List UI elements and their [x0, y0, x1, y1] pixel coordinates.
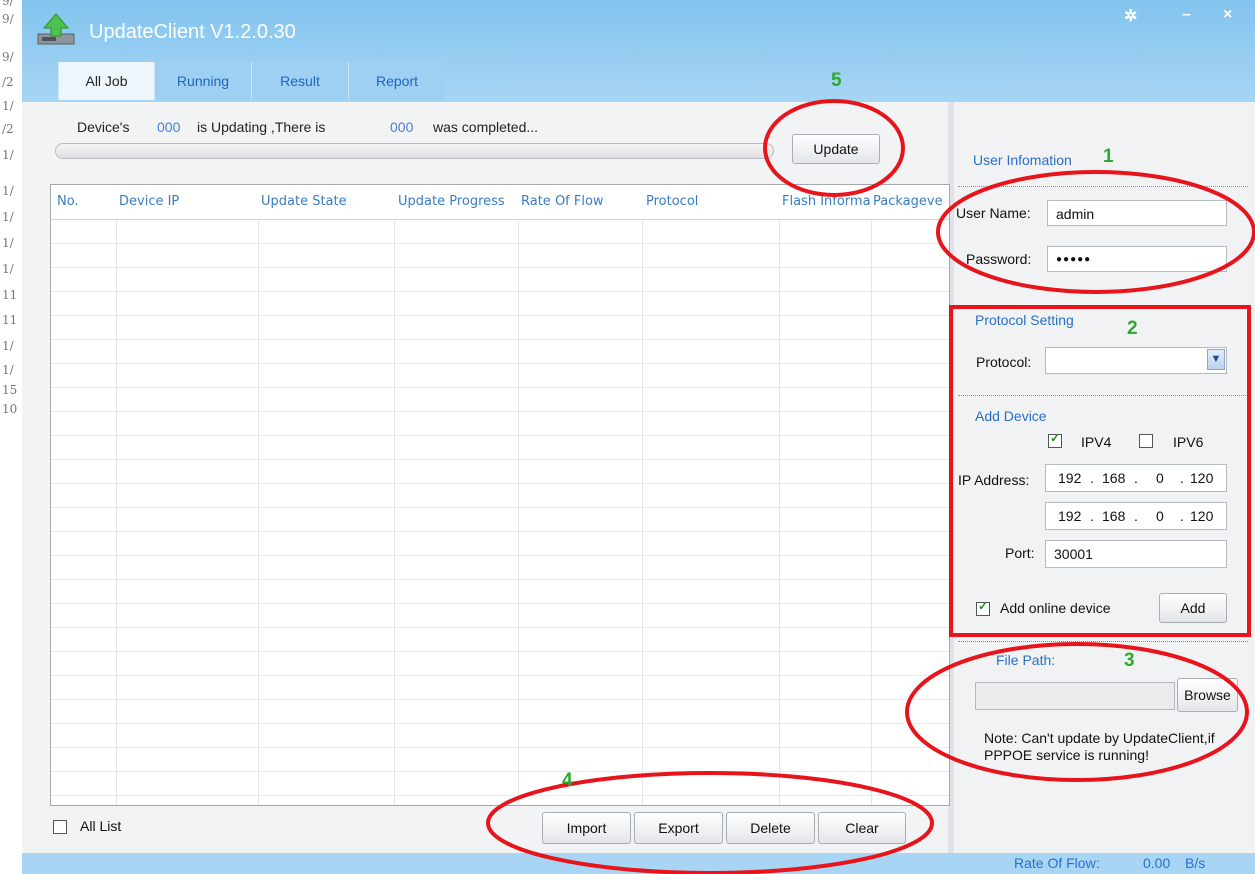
annotation-circle-file-path — [905, 642, 1249, 782]
annotation-circle-user-info — [936, 170, 1255, 294]
annotation-overlay — [486, 99, 1255, 874]
annotation-number: 2 — [1127, 318, 1138, 339]
annotation-number: 1 — [1103, 146, 1114, 167]
annotation-number: 5 — [831, 70, 842, 91]
annotation-number: 3 — [1124, 650, 1135, 671]
annotation-number: 4 — [562, 770, 573, 791]
annotation-box-protocol — [949, 305, 1251, 637]
annotation-circle-actions — [486, 771, 934, 874]
annotation-circle-update — [763, 99, 905, 197]
